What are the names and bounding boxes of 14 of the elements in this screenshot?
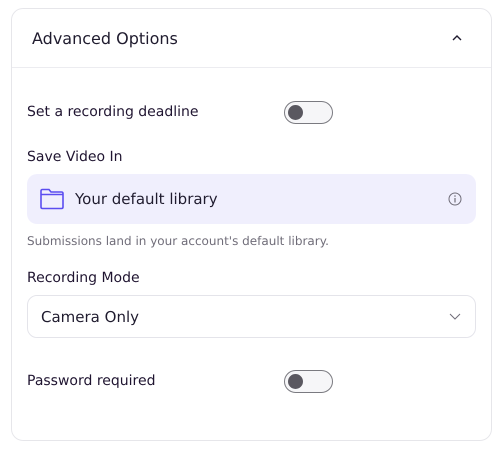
deadline-label: Set a recording deadline — [27, 104, 200, 120]
help-text: Submissions land in your account's default library. — [27, 234, 330, 248]
folder-icon — [39, 188, 65, 210]
info-icon[interactable] — [448, 192, 462, 206]
collapse-chevron-icon[interactable] — [451, 34, 463, 42]
panel-title: Advanced Options — [32, 28, 178, 48]
recording-mode-dropdown[interactable]: Camera Only — [27, 295, 476, 338]
password-toggle[interactable] — [284, 370, 333, 392]
library-selector[interactable]: Your default library — [27, 174, 476, 224]
deadline-toggle[interactable] — [284, 100, 333, 124]
password-label: Password required — [27, 373, 157, 389]
chevron-down-icon — [449, 313, 461, 320]
recording-mode-label: Recording Mode — [27, 270, 141, 286]
save-location-label: Save Video In — [27, 149, 124, 165]
